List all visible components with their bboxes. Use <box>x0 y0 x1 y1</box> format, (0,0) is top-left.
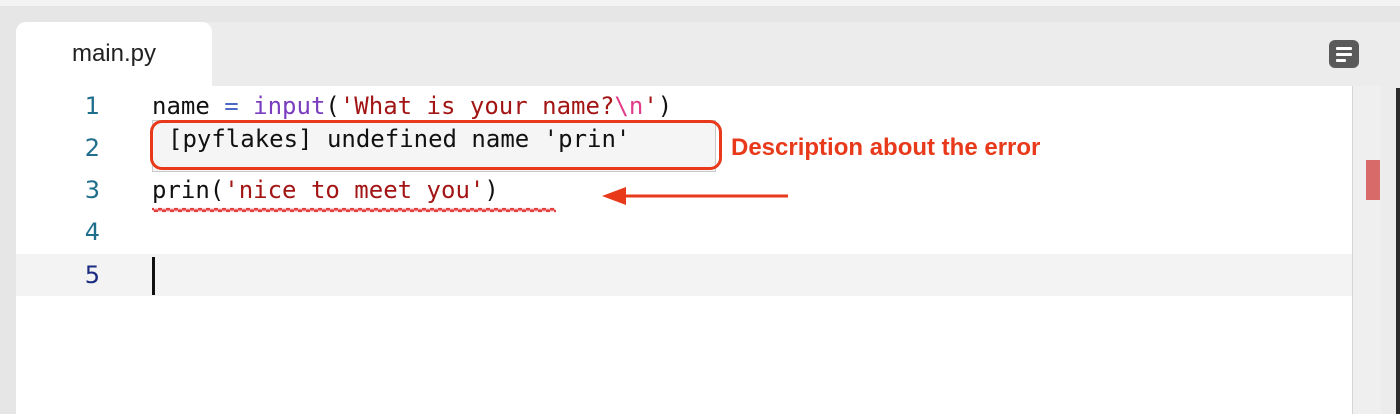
annotation-arrow-icon <box>602 187 788 205</box>
code-token: ) <box>484 176 499 204</box>
line-number-active: 5 <box>84 261 100 289</box>
code-token: 'What is your name? <box>339 92 615 120</box>
line-number: 4 <box>84 218 100 246</box>
annotation-highlight-box <box>150 120 722 170</box>
scroll-thumb[interactable] <box>1396 88 1400 414</box>
line-number: 3 <box>84 176 100 204</box>
code-token: \n <box>614 92 644 120</box>
menu-lines-icon[interactable] <box>1329 40 1359 68</box>
active-line-highlight <box>16 254 1352 296</box>
line-number: 1 <box>84 92 100 120</box>
code-line[interactable]: name = input('What is your name?\n') <box>152 92 672 120</box>
window-top-strip <box>0 0 1400 6</box>
tab-main-py[interactable]: main.py <box>16 22 212 86</box>
code-token: 'nice to meet you' <box>224 176 485 204</box>
text-cursor <box>152 257 155 295</box>
code-token: ( <box>209 176 225 204</box>
vertical-scrollbar[interactable] <box>1352 86 1381 414</box>
code-token: ) <box>657 92 673 120</box>
error-marker[interactable] <box>1366 160 1380 200</box>
tab-label: main.py <box>71 40 157 67</box>
code-token: = <box>224 92 239 120</box>
code-line[interactable]: prin('nice to meet you') <box>152 176 499 204</box>
code-token: ( <box>325 92 340 120</box>
code-token: name <box>152 92 225 120</box>
annotation-label: Description about the error <box>731 134 1041 161</box>
line-number: 2 <box>84 134 100 162</box>
code-token: ' <box>643 92 658 120</box>
code-token: prin <box>152 176 210 204</box>
error-squiggle <box>152 207 556 213</box>
code-token: input <box>253 92 326 120</box>
